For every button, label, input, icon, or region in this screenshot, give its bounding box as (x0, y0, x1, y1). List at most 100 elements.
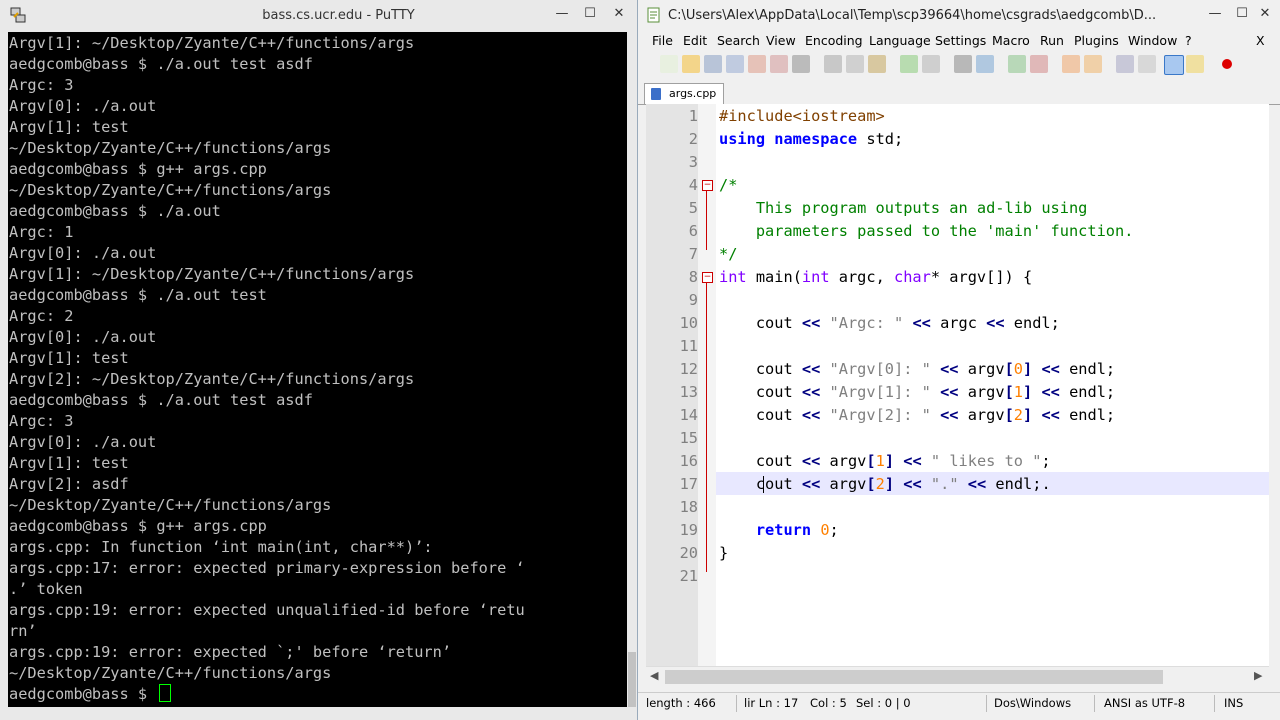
menu-plugins[interactable]: Plugins (1074, 33, 1119, 48)
zoom-in-icon[interactable] (1008, 55, 1026, 73)
menu-macro[interactable]: Macro (992, 33, 1030, 48)
code-text[interactable]: #include<iostream> using namespace std; … (719, 104, 1269, 666)
menu-bar: File Edit Search View Encoding Language … (638, 30, 1280, 52)
open-file-icon[interactable] (682, 55, 700, 73)
minimize-icon[interactable]: — (548, 4, 576, 24)
close-all-icon[interactable] (770, 55, 788, 73)
menu-settings[interactable]: Settings (935, 33, 986, 48)
menu-search[interactable]: Search (717, 33, 760, 48)
terminal-line: aedgcomb@bass $ ./a.out test (9, 286, 267, 304)
save-all-icon[interactable] (726, 55, 744, 73)
scrollbar-thumb[interactable] (628, 652, 636, 707)
menu-view[interactable]: View (766, 33, 796, 48)
code-line-16: cout << argv[1] << " likes to "; (755, 452, 1051, 470)
code-editor[interactable]: 1 2 3 4 5 6 7 8 9 10 11 12 13 14 15 16 17 18 19 20 21 − − #i… (646, 104, 1269, 666)
terminal-line: args.cpp:19: error: expected `;' before … (9, 643, 452, 661)
fold-toggle-icon[interactable]: − (702, 272, 713, 283)
terminal-line: aedgcomb@bass $ ./a.out (9, 202, 221, 220)
line-number: 18 (679, 498, 698, 516)
terminal-line: args.cpp: In function ‘int main(int, cha… (9, 538, 433, 556)
menu-run[interactable]: Run (1040, 33, 1064, 48)
cut-icon[interactable] (824, 55, 842, 73)
npp-title-bar[interactable]: C:\Users\Alex\AppData\Local\Temp\scp3966… (638, 0, 1280, 30)
replace-icon[interactable] (976, 55, 994, 73)
user-lang-icon[interactable] (1186, 55, 1204, 73)
new-file-icon[interactable] (660, 55, 678, 73)
toolbar (638, 52, 1280, 78)
tab-args-cpp[interactable]: args.cpp (644, 83, 724, 104)
menu-edit[interactable]: Edit (683, 33, 707, 48)
menu-window[interactable]: Window (1128, 33, 1177, 48)
putty-window: bass.cs.ucr.edu - PuTTY — ☐ ✕ Argv[1]: ~… (0, 0, 637, 720)
menu-encoding[interactable]: Encoding (805, 33, 863, 48)
find-icon[interactable] (954, 55, 972, 73)
line-number: 13 (679, 383, 698, 401)
redo-icon[interactable] (922, 55, 940, 73)
fold-margin[interactable]: − − (698, 104, 716, 666)
print-icon[interactable] (792, 55, 810, 73)
zoom-out-icon[interactable] (1030, 55, 1048, 73)
indent-guide-icon[interactable] (1164, 55, 1184, 75)
status-eol[interactable]: Dos\Windows (994, 696, 1071, 710)
terminal-line: aedgcomb@bass $ g++ args.cpp (9, 160, 267, 178)
status-insert-mode[interactable]: INS (1224, 696, 1243, 710)
scrollbar-thumb[interactable] (665, 670, 1163, 684)
sync-vertical-icon[interactable] (1062, 55, 1080, 73)
line-number: 15 (679, 429, 698, 447)
menu-file[interactable]: File (652, 33, 673, 48)
save-icon[interactable] (704, 55, 722, 73)
terminal-line: Argv[1]: ~/Desktop/Zyante/C++/functions/… (9, 265, 415, 283)
minimize-icon[interactable]: — (1201, 4, 1229, 24)
terminal-line: Argv[0]: ./a.out (9, 328, 157, 346)
terminal-line: aedgcomb@bass $ g++ args.cpp (9, 517, 267, 535)
terminal-prompt-line[interactable]: aedgcomb@bass $ (9, 684, 525, 705)
copy-icon[interactable] (846, 55, 864, 73)
scroll-right-icon[interactable]: ▶ (1254, 669, 1262, 682)
status-encoding[interactable]: ANSI as UTF-8 (1104, 696, 1185, 710)
terminal-scrollbar[interactable] (627, 32, 637, 707)
close-file-icon[interactable] (748, 55, 766, 73)
terminal-line: aedgcomb@bass $ ./a.out test asdf (9, 391, 313, 409)
status-length: length : 466 (646, 696, 716, 710)
line-number: 16 (679, 452, 698, 470)
line-number: 4 (688, 176, 698, 194)
close-document-button[interactable]: X (1256, 33, 1265, 48)
terminal-line: aedgcomb@bass $ ./a.out test asdf (9, 55, 313, 73)
word-wrap-icon[interactable] (1116, 55, 1134, 73)
terminal-line: args.cpp:17: error: expected primary-exp… (9, 559, 525, 577)
horizontal-scrollbar[interactable]: ◀ ▶ (646, 666, 1269, 687)
terminal-prompt: aedgcomb@bass $ (9, 685, 157, 703)
text-caret (763, 476, 764, 493)
line-number: 5 (688, 199, 698, 217)
terminal-area[interactable]: Argv[1]: ~/Desktop/Zyante/C++/functions/… (8, 32, 627, 707)
sync-horizontal-icon[interactable] (1084, 55, 1102, 73)
putty-bottom-border (0, 707, 637, 720)
close-icon[interactable]: ✕ (1251, 4, 1279, 24)
file-icon (651, 88, 661, 100)
line-number: 9 (688, 291, 698, 309)
npp-title: C:\Users\Alex\AppData\Local\Temp\scp3966… (668, 8, 1157, 23)
show-all-chars-icon[interactable] (1138, 55, 1156, 73)
code-line-4: /* (719, 176, 738, 194)
line-number: 21 (679, 567, 698, 585)
line-number-gutter: 1 2 3 4 5 6 7 8 9 10 11 12 13 14 15 16 17 18 19 20 21 (646, 104, 698, 666)
close-icon[interactable]: ✕ (605, 4, 633, 24)
notepadpp-app-icon[interactable] (646, 7, 662, 23)
maximize-icon[interactable]: ☐ (576, 4, 604, 24)
line-number: 8 (688, 268, 698, 286)
menu-help[interactable]: ? (1185, 33, 1192, 48)
undo-icon[interactable] (900, 55, 918, 73)
menu-language[interactable]: Language (869, 33, 931, 48)
line-number: 2 (688, 130, 698, 148)
terminal-line: ~/Desktop/Zyante/C++/functions/args (9, 496, 332, 514)
record-macro-icon[interactable] (1218, 55, 1236, 73)
fold-toggle-icon[interactable]: − (702, 180, 713, 191)
notepadpp-window: C:\Users\Alex\AppData\Local\Temp\scp3966… (637, 0, 1280, 720)
status-divider (986, 695, 987, 712)
scroll-left-icon[interactable]: ◀ (650, 669, 658, 682)
putty-title-bar[interactable]: bass.cs.ucr.edu - PuTTY — ☐ ✕ (0, 0, 637, 32)
line-number: 3 (688, 153, 698, 171)
code-line-10: cout << "Argc: " << argc << endl; (755, 314, 1060, 332)
line-number: 20 (679, 544, 698, 562)
paste-icon[interactable] (868, 55, 886, 73)
